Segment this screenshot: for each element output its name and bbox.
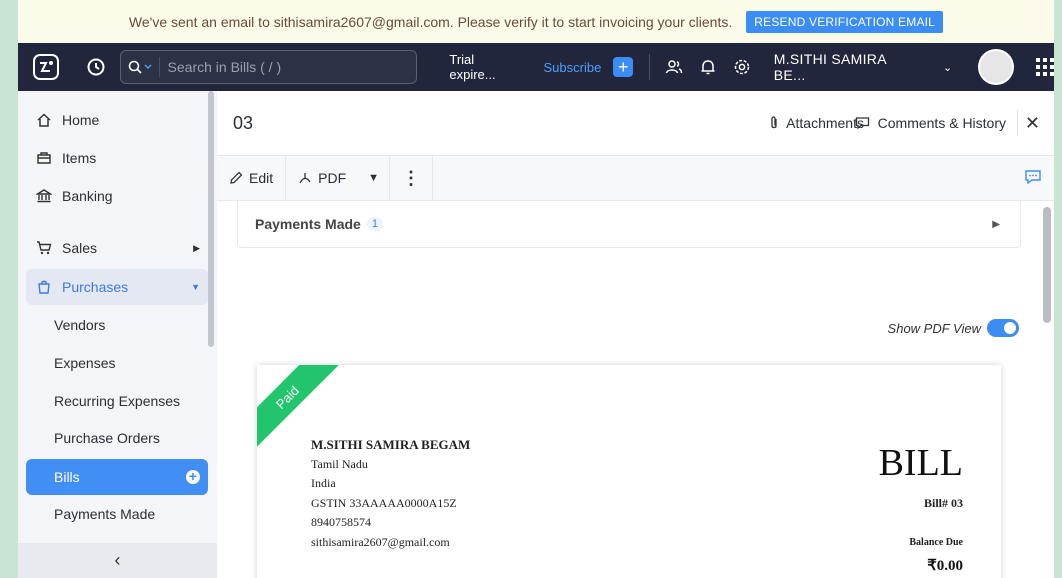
show-pdf-view-label: Show PDF View <box>887 320 981 336</box>
quick-create-button[interactable]: + <box>613 57 634 77</box>
sidebar-item-label: Payments Made <box>54 506 156 522</box>
collapse-arrow-icon: ▼ <box>191 282 200 292</box>
attachments-label: Attachments <box>786 115 864 131</box>
search-filter-chevron-icon <box>144 64 152 69</box>
sidebar-item-purchases[interactable]: Purchases ▼ <box>26 269 208 305</box>
sidebar-item-bills[interactable]: Bills + <box>26 459 208 495</box>
from-email: sithisamira2607@gmail.com <box>311 534 450 549</box>
sidebar-item-expenses[interactable]: Expenses <box>26 345 208 381</box>
pdf-button[interactable]: PDF <box>286 156 358 200</box>
show-pdf-view-toggle-row: Show PDF View <box>888 319 1019 337</box>
bill-header: 03 Attachments Comments & History ✕ <box>217 91 1054 156</box>
vendor-address-block: M.SITHI SAMIRA BEGAM Tamil Nadu India GS… <box>311 435 470 552</box>
collapse-sidebar-chevron-left-icon[interactable]: ‹ <box>18 543 217 578</box>
feedback-icon[interactable] <box>1024 168 1042 189</box>
main-scrollbar[interactable] <box>1043 207 1051 323</box>
sidebar-item-label: Banking <box>62 188 113 204</box>
recent-history-icon[interactable] <box>82 53 110 81</box>
pdf-label: PDF <box>318 170 347 186</box>
app-logo-icon[interactable] <box>28 49 64 85</box>
paperclip-icon <box>771 116 777 129</box>
attachments-button[interactable]: Attachments <box>768 115 864 131</box>
sidebar-item-label: Purchase Orders <box>54 430 160 446</box>
subscribe-link[interactable]: Subscribe <box>543 60 601 75</box>
bill-pdf-document: Paid M.SITHI SAMIRA BEGAM Tamil Nadu Ind… <box>257 365 1001 578</box>
payments-made-count-badge: 1 <box>366 217 383 231</box>
from-phone: 8940758574 <box>311 515 371 529</box>
users-icon[interactable] <box>664 57 684 77</box>
search-icon[interactable] <box>121 57 160 77</box>
bill-toolbar: Edit PDF ▼ ⋮ <box>217 156 1054 201</box>
sidebar-item-label: Sales <box>62 240 98 256</box>
search-box[interactable] <box>119 50 418 84</box>
pdf-view-toggle[interactable] <box>987 319 1019 337</box>
comment-icon <box>855 117 869 130</box>
sidebar-item-payments-made[interactable]: Payments Made <box>26 496 208 532</box>
search-input[interactable] <box>159 58 400 76</box>
expand-arrow-icon: ▶ <box>193 242 200 253</box>
sidebar-item-sales[interactable]: Sales ▶ <box>26 230 208 266</box>
sidebar-item-label: Bills <box>54 469 80 485</box>
balance-due-label: Balance Due <box>909 537 963 548</box>
comments-label: Comments & History <box>877 115 1006 131</box>
payments-made-label: Payments Made <box>255 216 361 232</box>
banner-message: We've sent an email to sithisamira2607@g… <box>128 13 733 30</box>
bag-icon <box>36 279 56 295</box>
from-country: India <box>311 476 336 490</box>
home-icon <box>36 112 56 128</box>
bill-detail-pane: 03 Attachments Comments & History ✕ Edit… <box>217 91 1054 578</box>
expand-arrow-icon[interactable]: ▶ <box>992 219 1000 230</box>
user-avatar[interactable] <box>978 49 1014 85</box>
sidebar-item-recurring-expenses[interactable]: Recurring Expenses <box>26 383 208 419</box>
notifications-bell-icon[interactable] <box>698 57 718 77</box>
desktop-background <box>0 0 18 578</box>
sidebar-item-label: Purchases <box>62 279 129 295</box>
sidebar: Home Items Banking Sales ▶ Purchases ▼ V… <box>18 91 217 578</box>
verification-banner: We've sent an email to sithisamira2607@g… <box>18 0 1054 43</box>
close-icon[interactable]: ✕ <box>1025 113 1040 134</box>
organization-chevron-down-icon[interactable]: ⌄ <box>943 61 952 74</box>
bank-icon <box>36 188 56 204</box>
sidebar-item-vendors[interactable]: Vendors <box>26 307 208 343</box>
sidebar-item-label: Items <box>62 150 97 166</box>
balance-due-amount: ₹0.00 <box>927 558 963 574</box>
sidebar-item-label: Vendors <box>54 317 106 333</box>
paid-label: Paid <box>272 382 302 412</box>
items-icon <box>36 150 56 166</box>
sidebar-item-home[interactable]: Home <box>26 102 208 138</box>
sidebar-item-label: Expenses <box>54 355 116 371</box>
sidebar-item-label: Recurring Expenses <box>54 393 181 409</box>
more-options-icon[interactable]: ⋮ <box>390 156 434 200</box>
sidebar-item-items[interactable]: Items <box>26 140 208 176</box>
resend-verification-button[interactable]: RESEND VERIFICATION EMAIL <box>746 10 944 33</box>
bill-number-title: 03 <box>233 112 254 133</box>
document-title: BILL <box>878 442 963 484</box>
from-gstin: GSTIN 33AAAAA0000A15Z <box>311 495 457 510</box>
pencil-icon <box>230 171 243 184</box>
edit-button[interactable]: Edit <box>217 156 287 200</box>
add-bill-icon[interactable]: + <box>186 469 200 484</box>
bill-content: Payments Made 1 ▶ Show PDF View Paid M.S… <box>217 201 1039 578</box>
from-name: M.SITHI SAMIRA BEGAM <box>311 437 471 452</box>
comments-history-button[interactable]: Comments & History <box>855 115 1006 131</box>
apps-grid-icon[interactable] <box>1036 58 1054 76</box>
sidebar-item-label: Home <box>62 112 100 128</box>
cart-icon <box>36 240 56 256</box>
edit-label: Edit <box>249 170 274 186</box>
divider <box>649 54 651 80</box>
organization-name[interactable]: M.SITHI SAMIRA BE... <box>774 51 921 83</box>
sidebar-scrollbar[interactable] <box>208 91 214 347</box>
payments-made-section[interactable]: Payments Made 1 ▶ <box>237 201 1021 248</box>
from-state: Tamil Nadu <box>311 456 368 471</box>
app-window: We've sent an email to sithisamira2607@g… <box>18 0 1054 578</box>
settings-gear-icon[interactable] <box>732 57 752 77</box>
pdf-dropdown-caret-icon[interactable]: ▼ <box>358 156 391 200</box>
trial-status[interactable]: Trial expire... <box>449 52 523 82</box>
pdf-icon <box>299 173 311 184</box>
sidebar-item-purchase-orders[interactable]: Purchase Orders <box>26 420 208 456</box>
top-navigation-bar: Trial expire... Subscribe + M.SITHI SAMI… <box>18 43 1054 91</box>
divider <box>1017 110 1018 136</box>
bill-number: Bill# 03 <box>923 496 963 510</box>
sidebar-item-banking[interactable]: Banking <box>26 178 208 214</box>
